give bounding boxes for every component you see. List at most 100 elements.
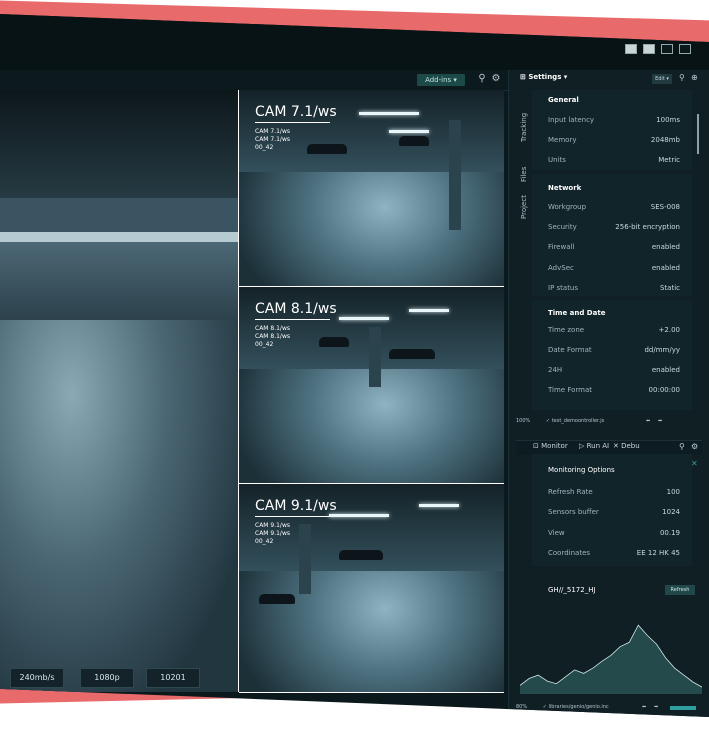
- camera-meta-line: CAM 8.1/ws: [255, 325, 290, 332]
- maximize-button[interactable]: [643, 44, 655, 54]
- setting-value[interactable]: 100ms: [656, 116, 680, 124]
- setting-label: Memory: [548, 136, 577, 144]
- camera-meta-line: CAM 9.1/ws: [255, 530, 290, 537]
- tab-project[interactable]: Project: [520, 195, 528, 219]
- arrow-left-icon[interactable]: ⬅: [642, 704, 646, 710]
- arrow-right-icon[interactable]: ➡: [654, 704, 658, 710]
- screenshot-frame: Add-ins ▾ ⚲ ⚙ 240mb/s 1080p 10201 CAM 7.…: [0, 0, 709, 730]
- setting-value[interactable]: enabled: [652, 243, 680, 251]
- setting-value[interactable]: 2048mb: [651, 136, 680, 144]
- camera-image-pillar: [449, 120, 461, 230]
- search-icon[interactable]: ⚲: [476, 73, 488, 85]
- zoom-level[interactable]: 80%: [516, 704, 527, 710]
- chart-area: [520, 625, 702, 694]
- setting-label: Input latency: [548, 116, 595, 124]
- camera-tile-7[interactable]: CAM 7.1/ws CAM 7.1/ws CAM 7.1/ws 00_42: [239, 90, 504, 287]
- setting-value[interactable]: Static: [660, 284, 680, 292]
- camera-tile-9[interactable]: CAM 9.1/ws CAM 9.1/ws CAM 9.1/ws 00_42: [239, 484, 504, 693]
- setting-value[interactable]: enabled: [652, 264, 680, 272]
- camera-title-underline: [255, 516, 330, 517]
- close-icon[interactable]: ✕: [691, 459, 698, 468]
- setting-value[interactable]: dd/mm/yy: [644, 346, 680, 354]
- setting-label: Units: [548, 156, 566, 164]
- camera-title: CAM 8.1/ws: [255, 301, 337, 317]
- search-icon[interactable]: ⚲: [679, 73, 685, 82]
- edit-button[interactable]: Edit ▾: [652, 74, 672, 84]
- setting-value[interactable]: SES-008: [651, 203, 680, 211]
- tab-monitor-label: Monitor: [541, 442, 568, 450]
- tab-run-ai[interactable]: ▷ Run AI: [579, 442, 609, 450]
- camera-meta-line: 00_42: [255, 538, 274, 545]
- setting-label: Firewall: [548, 243, 575, 251]
- setting-value[interactable]: 256-bit encryption: [615, 223, 680, 231]
- tab-debug[interactable]: ✕ Debu: [613, 442, 640, 450]
- camera-image-pillar: [369, 327, 381, 387]
- setting-value[interactable]: Metric: [658, 156, 680, 164]
- main-camera-view[interactable]: 240mb/s 1080p 10201: [0, 90, 239, 692]
- zoom-level[interactable]: 100%: [516, 418, 530, 424]
- setting-label: 24H: [548, 366, 563, 374]
- network-section: [532, 174, 692, 296]
- settings-panel-title[interactable]: ⊞ Settings ▾: [520, 73, 567, 81]
- addins-label: Add-ins: [425, 76, 452, 84]
- camera-image-car: [399, 136, 429, 146]
- monitor-label: Refresh Rate: [548, 488, 593, 496]
- viewer-toolbar: Add-ins ▾ ⚲ ⚙: [0, 70, 508, 91]
- setting-label: Security: [548, 223, 577, 231]
- camera-image-car: [259, 594, 295, 604]
- settings-scrollbar[interactable]: [697, 114, 699, 154]
- camera-image-light: [339, 317, 389, 320]
- settings-title-text: Settings: [528, 73, 562, 81]
- camera-title-underline: [255, 319, 330, 320]
- edit-label: Edit: [655, 76, 665, 82]
- network-section-title: Network: [548, 184, 582, 192]
- monitor-value[interactable]: 1024: [662, 508, 680, 516]
- setting-label: Time zone: [548, 326, 585, 334]
- monitor-chart: [520, 624, 702, 694]
- camera-meta-line: CAM 7.1/ws: [255, 136, 290, 143]
- general-section-title: General: [548, 96, 579, 104]
- globe-icon[interactable]: ⊕: [691, 73, 698, 82]
- camera-image-car: [389, 349, 435, 359]
- camera-image-light: [419, 504, 459, 507]
- chart-title: GH//_5172_HJ: [548, 586, 596, 594]
- camera-image-wall: [0, 198, 238, 232]
- camera-image-ceiling: [0, 90, 238, 200]
- settings-status-bar: 100% ✓ test_demoontroller.js ⬅ ➡: [516, 418, 702, 428]
- setting-value[interactable]: +2.00: [659, 326, 680, 334]
- monitoring-options-title: Monitoring Options: [548, 466, 615, 474]
- camera-tile-8[interactable]: CAM 8.1/ws CAM 8.1/ws CAM 8.1/ws 00_42: [239, 287, 504, 484]
- open-file[interactable]: libraries/genio/genio.inc: [549, 704, 609, 710]
- monitor-value[interactable]: EE 12 HK 45: [637, 549, 680, 557]
- arrow-left-icon[interactable]: ⬅: [646, 418, 650, 424]
- tab-monitor[interactable]: ⊡ Monitor: [533, 442, 568, 450]
- arrow-right-icon[interactable]: ➡: [658, 418, 662, 424]
- camera-image-pillar: [299, 524, 311, 594]
- tab-files[interactable]: Files: [520, 167, 528, 182]
- camera-image-railing: [0, 232, 238, 242]
- check-icon: ✓: [545, 418, 551, 424]
- camera-meta-line: 00_42: [255, 144, 274, 151]
- setting-label: Date Format: [548, 346, 592, 354]
- monitor-value[interactable]: 100: [667, 488, 680, 496]
- gear-icon[interactable]: ⚙: [490, 73, 502, 85]
- camera-image-floor: [0, 320, 238, 692]
- tab-run-ai-label: Run AI: [586, 442, 610, 450]
- close-button[interactable]: [679, 44, 691, 54]
- restore-button[interactable]: [661, 44, 673, 54]
- monitor-value[interactable]: 00.19: [660, 529, 680, 537]
- stat-resolution: 1080p: [80, 668, 134, 688]
- tab-tracking[interactable]: Tracking: [520, 113, 528, 142]
- window-controls: [625, 44, 691, 54]
- monitor-label: Sensors buffer: [548, 508, 599, 516]
- progress-bar: [670, 706, 696, 710]
- setting-value[interactable]: enabled: [652, 366, 680, 374]
- open-file[interactable]: test_demoontroller.js: [552, 418, 605, 424]
- camera-title-underline: [255, 122, 330, 123]
- setting-value[interactable]: 00:00:00: [649, 386, 680, 394]
- search-icon[interactable]: ⚲: [679, 442, 685, 451]
- refresh-button[interactable]: Refresh: [665, 585, 695, 595]
- minimize-button[interactable]: [625, 44, 637, 54]
- addins-dropdown[interactable]: Add-ins ▾: [417, 74, 465, 86]
- gear-icon[interactable]: ⚙: [691, 442, 698, 451]
